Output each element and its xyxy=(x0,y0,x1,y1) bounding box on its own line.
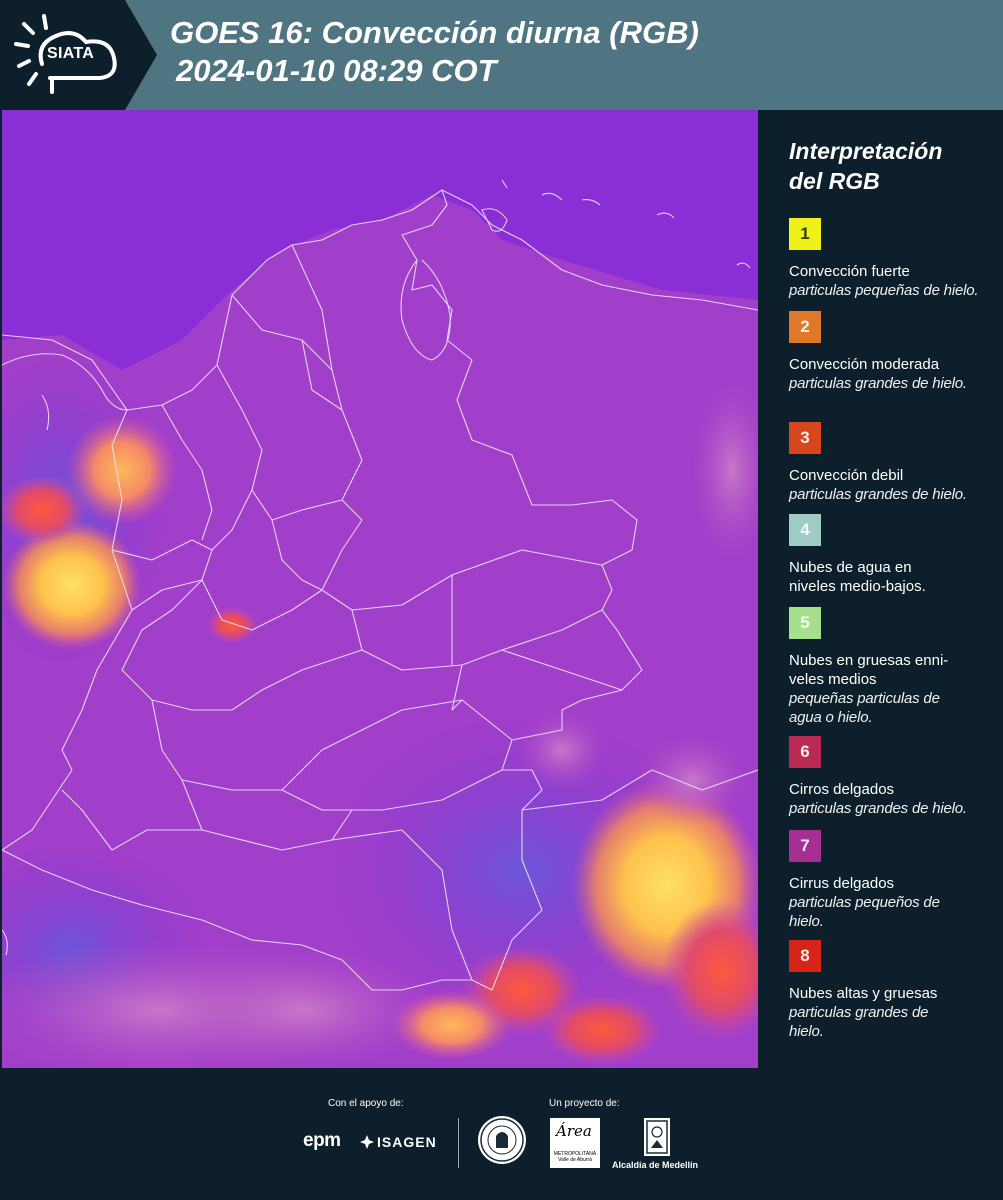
legend-label-4: Nubes de agua en niveles medio-bajos. xyxy=(789,559,926,595)
legend-title-line-2: del RGB xyxy=(789,168,880,194)
legend-title: Interpretación del RGB xyxy=(789,136,942,196)
isagen-mark-icon xyxy=(360,1135,374,1149)
legend-label-1: Convección fuerte xyxy=(789,263,910,280)
legend-swatch-7: 7 xyxy=(789,830,821,862)
area-logo-text: Área xyxy=(556,1122,592,1140)
legend-sub-8: particulas grandes de hielo. xyxy=(789,1004,929,1040)
title-line-2: 2024-01-10 08:29 COT xyxy=(176,53,497,88)
legend-swatch-5: 5 xyxy=(789,607,821,639)
legend-sub-3: particulas grandes de hielo. xyxy=(789,486,967,503)
page-title: GOES 16: Convección diurna (RGB) 2024-01… xyxy=(170,14,699,90)
legend-item-4: 4 Nubes de agua en niveles medio-bajos. xyxy=(789,514,999,596)
title-line-1: GOES 16: Convección diurna (RGB) xyxy=(170,15,699,50)
legend-swatch-4: 4 xyxy=(789,514,821,546)
legend-title-line-1: Interpretación xyxy=(789,138,943,164)
legend-swatch-6: 6 xyxy=(789,736,821,768)
legend-sub-5: pequeñas particulas de agua o hielo. xyxy=(789,690,940,726)
legend-sub-7: particulas pequeños de hielo. xyxy=(789,894,940,930)
isagen-logo: ISAGEN xyxy=(360,1134,437,1150)
university-seal-icon xyxy=(478,1116,526,1164)
isagen-label: ISAGEN xyxy=(377,1134,437,1150)
legend-number-3: 3 xyxy=(800,428,810,447)
legend-label-2: Convección moderada xyxy=(789,356,940,373)
legend-label-7: Cirrus delgados xyxy=(789,875,895,892)
alcaldia-shield-icon xyxy=(644,1118,670,1156)
support-label: Con el apoyo de: xyxy=(328,1098,404,1109)
legend-label-5: Nubes en gruesas enni-veles medios xyxy=(789,652,949,688)
legend-number-5: 5 xyxy=(800,613,810,632)
legend-swatch-8: 8 xyxy=(789,940,821,972)
header-bar: SIATA GOES 16: Convección diurna (RGB) 2… xyxy=(0,0,1003,110)
legend-item-7: 7 Cirrus delgados particulas pequeños de… xyxy=(789,830,999,931)
footer-divider xyxy=(458,1118,459,1168)
legend-swatch-2: 2 xyxy=(789,311,821,343)
epm-logo: epm xyxy=(303,1130,341,1151)
project-label: Un proyecto de: xyxy=(549,1098,620,1109)
area-metropolitana-logo: Área METROPOLITANA Valle de Aburrá xyxy=(550,1118,600,1168)
legend-label-8: Nubes altas y gruesas xyxy=(789,985,938,1002)
satellite-map[interactable] xyxy=(2,110,758,1068)
legend-item-8: 8 Nubes altas y gruesas particulas grand… xyxy=(789,940,999,1041)
legend-number-2: 2 xyxy=(800,317,810,336)
legend-swatch-3: 3 xyxy=(789,422,821,454)
legend-item-6: 6 Cirros delgados particulas grandes de … xyxy=(789,736,999,818)
legend-number-1: 1 xyxy=(800,224,810,243)
legend-item-1: 1 Convección fuerte particulas pequeñas … xyxy=(789,218,999,300)
legend-number-4: 4 xyxy=(800,520,810,539)
legend-label-6: Cirros delgados xyxy=(789,781,895,798)
footer: Con el apoyo de: Un proyecto de: epm ISA… xyxy=(0,1068,1003,1200)
logo-text: SIATA xyxy=(47,45,95,62)
legend-item-5: 5 Nubes en gruesas enni-veles medios peq… xyxy=(789,607,999,727)
legend-sub-2: particulas grandes de hielo. xyxy=(789,375,967,392)
legend-number-6: 6 xyxy=(800,742,810,761)
legend-swatch-1: 1 xyxy=(789,218,821,250)
legend-item-2: 2 Convección moderada particulas grandes… xyxy=(789,311,999,393)
legend-number-7: 7 xyxy=(800,836,810,855)
legend-panel: Interpretación del RGB 1 Convección fuer… xyxy=(758,110,1003,1068)
legend-label-3: Convección debil xyxy=(789,467,904,484)
legend-sub-6: particulas grandes de hielo. xyxy=(789,800,967,817)
alcaldia-label: Alcaldía de Medellín xyxy=(612,1160,699,1170)
legend-number-8: 8 xyxy=(800,946,810,965)
area-logo-subtitle: METROPOLITANA Valle de Aburrá xyxy=(553,1151,597,1163)
legend-sub-1: particulas pequeñas de hielo. xyxy=(789,282,979,299)
legend-item-3: 3 Convección debil particulas grandes de… xyxy=(789,422,999,504)
